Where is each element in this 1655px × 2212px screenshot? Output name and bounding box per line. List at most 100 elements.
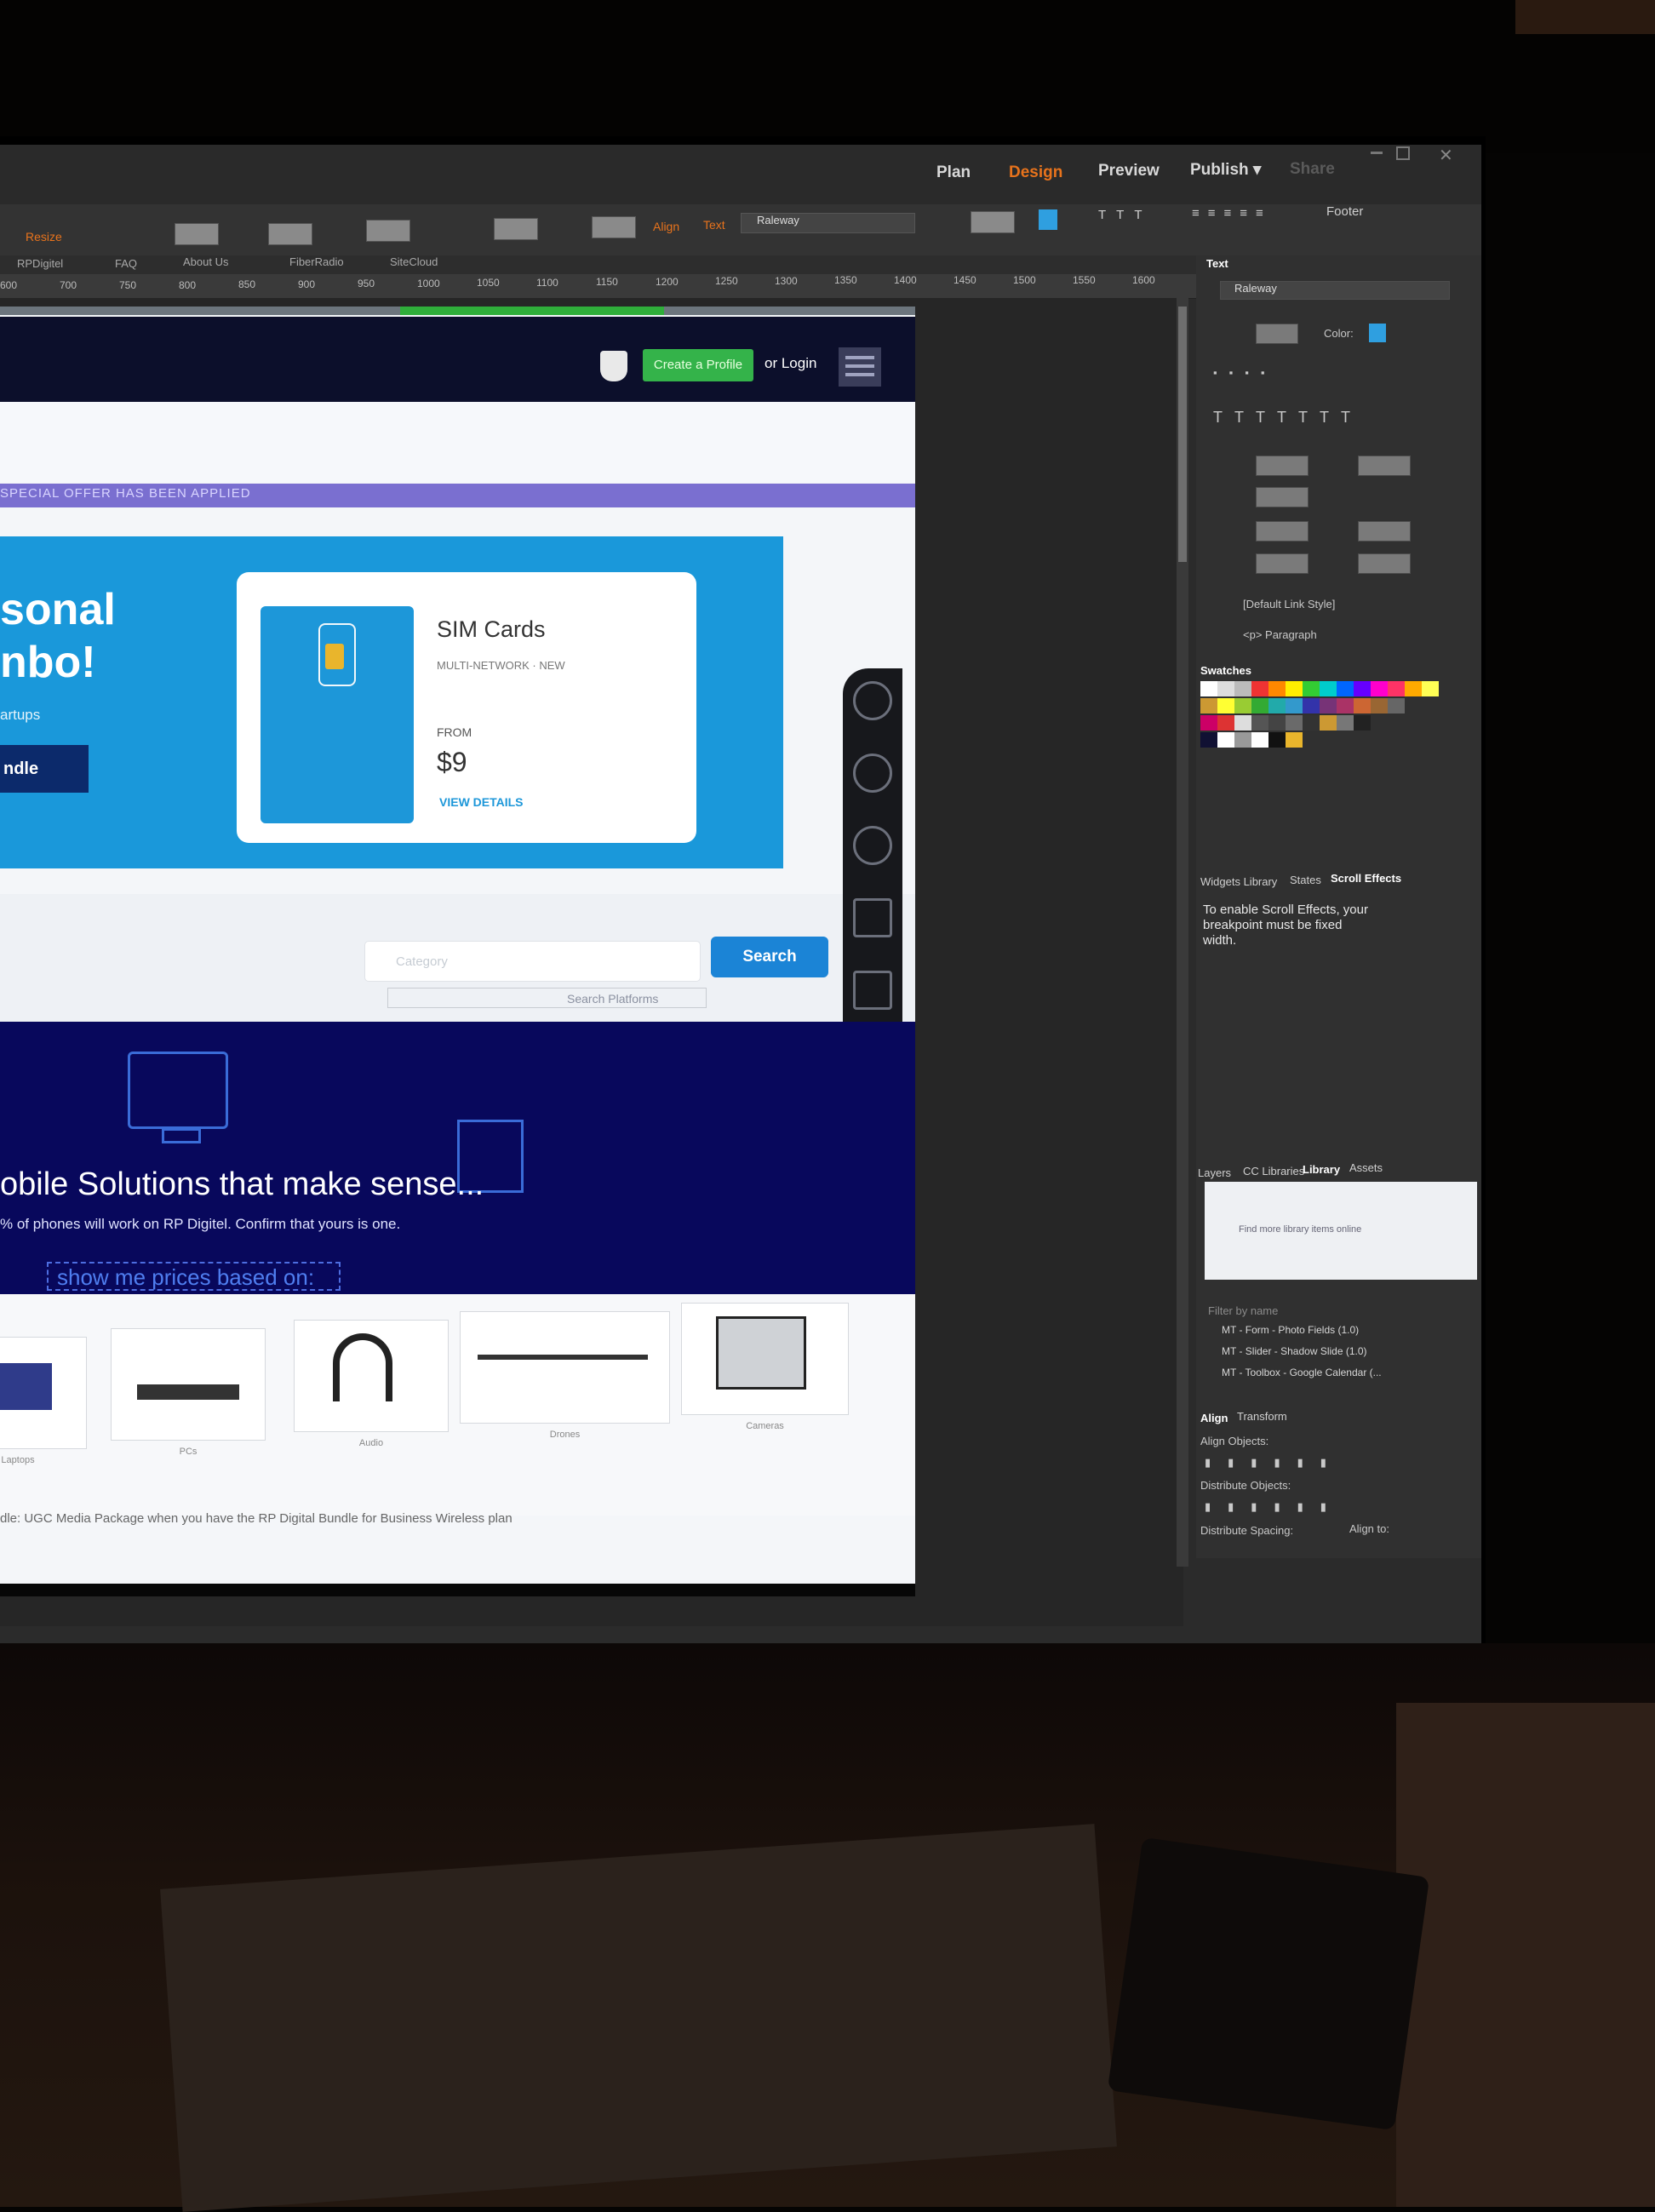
drone-icon	[478, 1355, 648, 1360]
rotation-field[interactable]	[592, 216, 636, 238]
box-icon[interactable]	[853, 971, 892, 1010]
hamburger-menu-icon[interactable]	[839, 347, 881, 387]
swatches-header[interactable]: Swatches	[1200, 664, 1251, 677]
distribute-object-icons[interactable]: ▮▮▮▮▮▮	[1205, 1500, 1343, 1514]
ruler-tick: 1200	[656, 276, 679, 288]
panel-font-select[interactable]: Raleway	[1220, 281, 1450, 300]
tab-faq[interactable]: FAQ	[115, 257, 137, 270]
letter-spacing-field[interactable]	[1256, 456, 1309, 476]
space-before-field[interactable]	[1256, 521, 1309, 542]
mode-plan[interactable]: Plan	[936, 163, 971, 182]
y-field[interactable]	[268, 223, 312, 245]
text-style-icons[interactable]: TTTTTTT	[1213, 409, 1362, 427]
menu-bar: Plan Design Preview Publish ▾ Share ✕	[0, 145, 1481, 204]
tab-rpdigitel[interactable]: RPDigitel	[17, 257, 63, 270]
library-note[interactable]: Find more library items online	[1239, 1224, 1361, 1235]
assets-tab[interactable]: Assets	[1349, 1161, 1383, 1174]
search-button[interactable]: Search	[711, 937, 828, 977]
product-tile-laptops[interactable]: Laptops	[0, 1337, 87, 1465]
tab-about-us[interactable]: About Us	[183, 255, 228, 268]
view-details-link[interactable]: VIEW DETAILS	[439, 795, 524, 809]
mobile-solutions-section: obile Solutions that make sense... % of …	[0, 1022, 915, 1294]
cc-libraries-tab[interactable]: CC Libraries	[1243, 1165, 1304, 1178]
widgets-tab[interactable]: Widgets Library	[1200, 875, 1277, 888]
padding-field[interactable]	[1256, 553, 1309, 574]
product-tile-audio[interactable]: Audio	[294, 1320, 449, 1448]
ruler-tick: 1100	[536, 277, 558, 289]
phone-circle-icon[interactable]	[853, 681, 892, 720]
search-platforms-box[interactable]: Search Platforms	[387, 988, 707, 1008]
align-objects-label: Align Objects:	[1200, 1435, 1269, 1447]
ruler-tick: 600	[0, 279, 18, 291]
transform-tab[interactable]: Transform	[1237, 1410, 1287, 1423]
tab-sitecloud[interactable]: SiteCloud	[390, 255, 438, 268]
library-filter-input[interactable]: Filter by name	[1208, 1304, 1278, 1317]
paragraph-select[interactable]: <p> Paragraph	[1243, 628, 1317, 641]
create-profile-button[interactable]: Create a Profile	[643, 349, 753, 381]
library-item[interactable]: MT - Form - Photo Fields (1.0)	[1222, 1324, 1359, 1336]
library-item[interactable]: MT - Toolbox - Google Calendar (...	[1222, 1367, 1382, 1378]
font-select[interactable]: Raleway	[741, 213, 915, 233]
space-after-field[interactable]	[1358, 521, 1411, 542]
product-tile-cameras[interactable]: Cameras	[681, 1303, 849, 1431]
scroll-effects-tab[interactable]: Scroll Effects	[1331, 872, 1401, 885]
panel-color-swatch[interactable]	[1369, 324, 1386, 342]
ruler-tick: 950	[358, 278, 375, 289]
text-style-buttons[interactable]: TTT	[1098, 208, 1153, 222]
vertical-scrollbar[interactable]	[1177, 298, 1188, 1567]
tab-fiberradio[interactable]: FiberRadio	[289, 255, 344, 268]
paragraph-align-buttons[interactable]: ≡≡≡≡≡	[1192, 206, 1272, 221]
scroll-effects-message: To enable Scroll Effects, your breakpoin…	[1203, 903, 1368, 948]
height-field[interactable]	[494, 218, 538, 240]
product-label: PCs	[179, 1447, 198, 1457]
maximize-icon[interactable]	[1396, 146, 1410, 160]
alignment-icons[interactable]: ▪▪▪▪	[1213, 366, 1276, 379]
close-icon[interactable]: ✕	[1439, 145, 1453, 166]
login-link[interactable]: or Login	[765, 355, 816, 372]
color-swatch[interactable]	[1039, 209, 1057, 230]
prices-based-on-label[interactable]: show me prices based on:	[47, 1262, 341, 1291]
mode-preview[interactable]: Preview	[1098, 162, 1160, 181]
indent-field[interactable]	[1256, 487, 1309, 507]
camera-icon	[716, 1316, 806, 1390]
product-tile-pcs[interactable]: PCs	[111, 1328, 266, 1457]
align-object-icons[interactable]: ▮▮▮▮▮▮	[1205, 1456, 1343, 1470]
product-tile-drones[interactable]: Drones	[460, 1311, 670, 1440]
layers-tab[interactable]: Layers	[1198, 1166, 1231, 1179]
mode-design[interactable]: Design	[1009, 163, 1062, 182]
sim-title: SIM Cards	[437, 616, 546, 642]
horizontal-ruler: 600 700 750 800 850 900 950 1000 1050 11…	[0, 274, 1196, 299]
align-tab[interactable]: Align	[1200, 1412, 1228, 1424]
link-style-select[interactable]: [Default Link Style]	[1243, 598, 1335, 610]
scrollbar-thumb[interactable]	[1178, 307, 1187, 562]
coupon-bar: SPECIAL OFFER HAS BEEN APPLIED	[0, 484, 915, 507]
footer-label[interactable]: Footer	[1326, 204, 1363, 219]
text-panel-header[interactable]: Text	[1206, 257, 1228, 270]
mode-share[interactable]: Share	[1290, 160, 1335, 179]
mode-publish[interactable]: Publish ▾	[1190, 160, 1261, 180]
pc-icon	[137, 1384, 239, 1400]
library-tab[interactable]: Library	[1303, 1163, 1340, 1176]
hero-bundle-button[interactable]: ndle	[0, 745, 89, 793]
align-label[interactable]: Align	[653, 220, 679, 233]
line-height-field[interactable]	[1358, 456, 1411, 476]
shield-icon[interactable]	[600, 351, 627, 381]
text-label[interactable]: Text	[703, 218, 725, 232]
sim-chip-gold	[325, 644, 344, 669]
x-field[interactable]	[175, 223, 219, 245]
tag-icon[interactable]	[853, 754, 892, 793]
resize-label[interactable]: Resize	[26, 230, 62, 244]
width-field[interactable]	[366, 220, 410, 242]
margin-field[interactable]	[1358, 553, 1411, 574]
site-footer: RP igitel	[0, 1584, 915, 1596]
sim-card-tile[interactable]: SIM Cards MULTI-NETWORK · NEW FROM $9 VI…	[237, 572, 696, 843]
library-item[interactable]: MT - Slider - Shadow Slide (1.0)	[1222, 1345, 1367, 1357]
building-icon[interactable]	[853, 898, 892, 937]
category-input[interactable]: Category	[364, 941, 701, 982]
cloud-icon[interactable]	[853, 826, 892, 865]
states-tab[interactable]: States	[1290, 874, 1321, 886]
swatch-grid[interactable]	[1200, 677, 1456, 762]
minimize-icon[interactable]	[1371, 152, 1383, 154]
font-size-field[interactable]	[971, 211, 1015, 233]
panel-size-field[interactable]	[1256, 324, 1298, 344]
